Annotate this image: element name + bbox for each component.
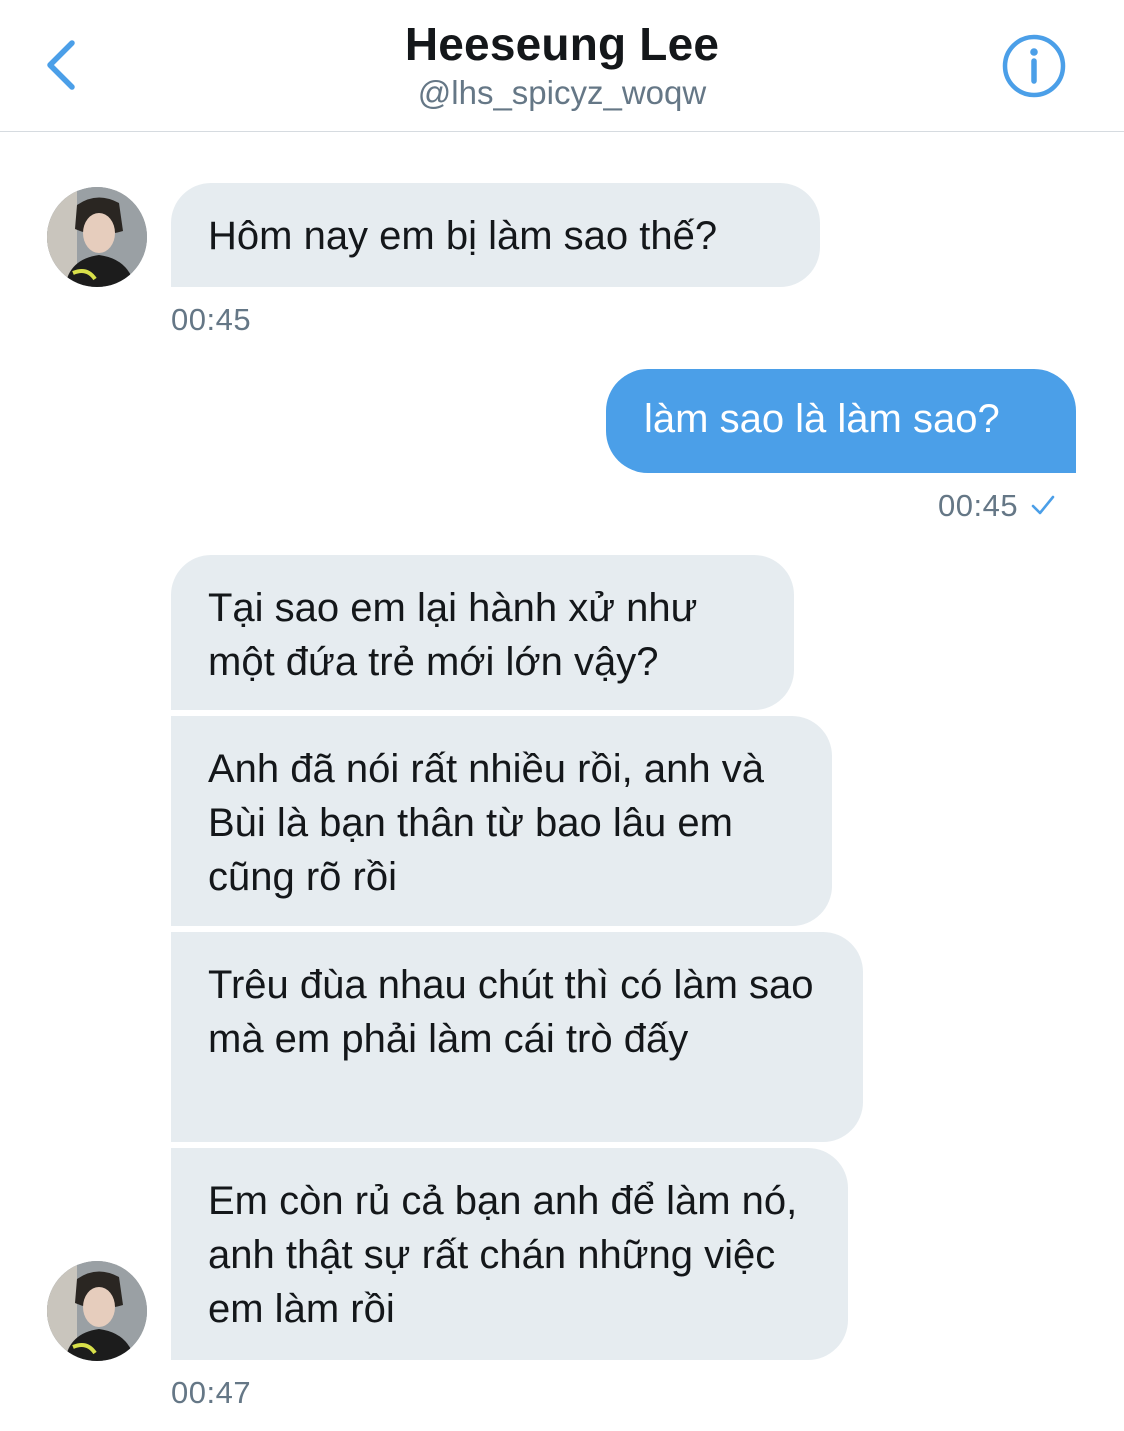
message-bubble-incoming[interactable]: Hôm nay em bị làm sao thế?	[171, 183, 820, 287]
message-bubble-incoming[interactable]: Tại sao em lại hành xử như một đứa trẻ m…	[171, 555, 794, 710]
info-icon	[1002, 34, 1066, 98]
message-timestamp: 00:45	[938, 488, 1019, 523]
conversation-header: Heeseung Lee @lhs_spicyz_woqw	[0, 0, 1124, 132]
message-bubble-incoming[interactable]: Anh đã nói rất nhiều rồi, anh và Bùi là …	[171, 716, 832, 926]
message-text: Anh đã nói rất nhiều rồi, anh và Bùi là …	[208, 747, 764, 899]
contact-avatar[interactable]	[47, 1261, 147, 1361]
avatar-photo	[47, 1261, 147, 1361]
contact-avatar[interactable]	[47, 187, 147, 287]
conversation-title-block[interactable]: Heeseung Lee @lhs_spicyz_woqw	[0, 14, 1124, 115]
message-bubble-outgoing[interactable]: làm sao là làm sao?	[606, 369, 1076, 473]
conversation-info-button[interactable]	[998, 30, 1070, 102]
message-text: Hôm nay em bị làm sao thế?	[208, 214, 718, 258]
message-bubble-incoming[interactable]: Trêu đùa nhau chút thì có làm sao mà em …	[171, 932, 863, 1142]
avatar-photo	[47, 187, 147, 287]
message-bubble-incoming[interactable]: Em còn rủ cả bạn anh để làm nó, anh thật…	[171, 1148, 848, 1360]
dm-conversation-screen: Heeseung Lee @lhs_spicyz_woqw Hôm nay em…	[0, 0, 1124, 1431]
message-text: Em còn rủ cả bạn anh để làm nó, anh thật…	[208, 1179, 798, 1331]
message-timestamp: 00:45	[171, 302, 252, 337]
contact-handle: @lhs_spicyz_woqw	[417, 74, 707, 111]
message-timestamp: 00:47	[171, 1375, 252, 1410]
message-meta-outgoing: 00:45	[938, 488, 1056, 524]
contact-name: Heeseung Lee	[404, 18, 720, 70]
message-text: làm sao là làm sao?	[644, 397, 1000, 441]
message-text: Trêu đùa nhau chút thì có làm sao mà em …	[208, 963, 814, 1061]
message-text: Tại sao em lại hành xử như một đứa trẻ m…	[208, 586, 698, 684]
checkmark-icon	[1031, 495, 1055, 515]
